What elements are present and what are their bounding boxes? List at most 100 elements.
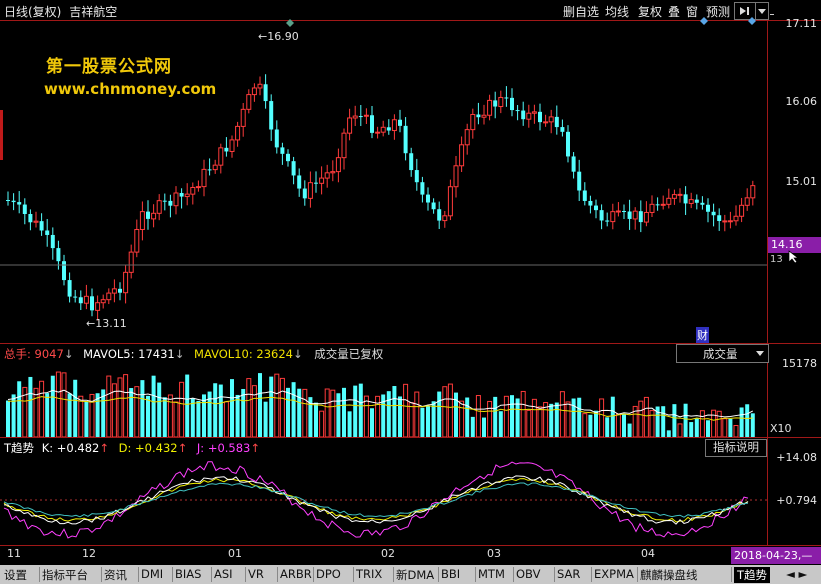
tab-14[interactable]: OBV (516, 567, 540, 581)
tab-9[interactable]: DPO (316, 567, 341, 581)
volume-bar (223, 401, 229, 437)
tab-separator (393, 567, 394, 582)
candle-body (218, 147, 224, 166)
overlay-button[interactable]: 叠 (668, 3, 680, 20)
volume-bar (459, 400, 465, 437)
volume-bar (342, 387, 346, 437)
volume-bar (241, 388, 246, 437)
volume-bar (559, 391, 565, 437)
tab-4[interactable]: DMI (141, 567, 163, 581)
ma10-label: MAVOL10: (194, 347, 253, 361)
candle-body (212, 164, 218, 171)
d-value: +0.432 (135, 441, 178, 455)
candle-body (319, 177, 325, 184)
candle-body (235, 125, 241, 141)
candle-body (257, 83, 263, 89)
tab-17[interactable]: 麒麟操盘线 (640, 567, 698, 583)
candle-body (610, 211, 616, 223)
volume-bar (358, 383, 363, 437)
indicator-name: T趋势 (4, 441, 35, 455)
ma-button[interactable]: 均线 (605, 3, 629, 20)
month-label: 12 (82, 547, 96, 560)
tab-1[interactable]: 设置 (4, 567, 27, 583)
volume-bar (622, 414, 626, 437)
tab-8[interactable]: ARBR (280, 567, 312, 581)
tab-15[interactable]: SAR (557, 567, 580, 581)
k-label: K: (41, 441, 54, 455)
candle-body (352, 115, 358, 119)
volume-bar (565, 401, 571, 437)
up-arrow-icon: ↑ (99, 441, 109, 455)
candle-body (95, 302, 101, 311)
volume-bar (728, 418, 733, 437)
tab-5[interactable]: BIAS (175, 567, 201, 581)
candle-body (688, 199, 694, 204)
candle-body (335, 157, 341, 173)
period-label: 日线(复权) (4, 5, 62, 19)
tab-11[interactable]: 新DMA (396, 567, 434, 583)
candle-body (510, 97, 514, 111)
volume-bar (6, 400, 10, 437)
volume-bar (577, 397, 582, 437)
month-label: 02 (381, 547, 395, 560)
candle-body (286, 153, 290, 162)
indicator-tick-mid: +0.794 (776, 494, 817, 507)
candle-body (426, 194, 430, 203)
tab-3[interactable]: 资讯 (104, 567, 127, 583)
volume-bar (235, 394, 240, 437)
candle-body (190, 186, 196, 195)
volume-bar (33, 387, 39, 437)
tab-16[interactable]: EXPMA (594, 567, 634, 581)
tab-6[interactable]: ASI (214, 567, 233, 581)
candle-body (722, 220, 728, 223)
high-price-value: 16.90 (267, 30, 299, 43)
tab-10[interactable]: TRIX (356, 567, 382, 581)
price-tick-partial: 13 (770, 254, 783, 265)
volume-bar (672, 404, 677, 437)
volume-bar (106, 375, 112, 437)
finance-marker[interactable]: 财 (696, 327, 709, 343)
volume-bar (179, 381, 185, 437)
candle-body (307, 182, 313, 199)
tab-12[interactable]: BBI (441, 567, 460, 581)
date-readout: 2018-04-23,— (731, 547, 821, 564)
volume-indicator-dropdown[interactable]: 成交量 (676, 344, 769, 363)
volume-bar (291, 382, 296, 437)
volume-bar (694, 418, 699, 437)
volume-bar (45, 393, 50, 437)
window-button[interactable]: 窗 (686, 3, 698, 20)
indicator-chart[interactable] (0, 455, 767, 545)
volume-bar (594, 410, 598, 437)
tab-13[interactable]: MTM (478, 567, 505, 581)
volume-bar (403, 383, 409, 437)
tab-2[interactable]: 指标平台 (42, 567, 88, 583)
candle-body (487, 99, 493, 116)
tab-separator (513, 567, 514, 582)
candle-body (588, 200, 593, 206)
candle-body (554, 116, 559, 128)
candle-body (263, 84, 268, 102)
tab-7[interactable]: VR (248, 567, 264, 581)
candle-body (750, 185, 756, 199)
volume-bar (661, 406, 666, 437)
indicator-bottom-divider (0, 545, 821, 546)
candle-body (677, 193, 683, 196)
candle-body (224, 147, 229, 152)
candle-body (739, 204, 745, 217)
tab-scroll-arrows-icon[interactable]: ◄ ► (786, 567, 807, 581)
volume-legend: 总手: 9047↓ MAVOL5: 17431↓ MAVOL10: 23624↓… (4, 346, 383, 362)
caret-down-icon (756, 351, 764, 356)
total-volume-label: 总手: (4, 347, 31, 361)
candle-body (184, 193, 190, 198)
volume-bar (503, 395, 509, 437)
candle-body (398, 119, 402, 126)
candle-body (6, 200, 10, 201)
tab-18[interactable]: T趋势 (734, 567, 771, 583)
volume-bar (733, 425, 739, 437)
month-label: 01 (228, 547, 242, 560)
volume-bar (420, 407, 425, 437)
volume-chart[interactable] (0, 362, 767, 437)
adjust-button[interactable]: 复权 (638, 3, 662, 20)
remove-watchlist-button[interactable]: 删自选 (563, 3, 599, 20)
candle-body (39, 221, 44, 231)
